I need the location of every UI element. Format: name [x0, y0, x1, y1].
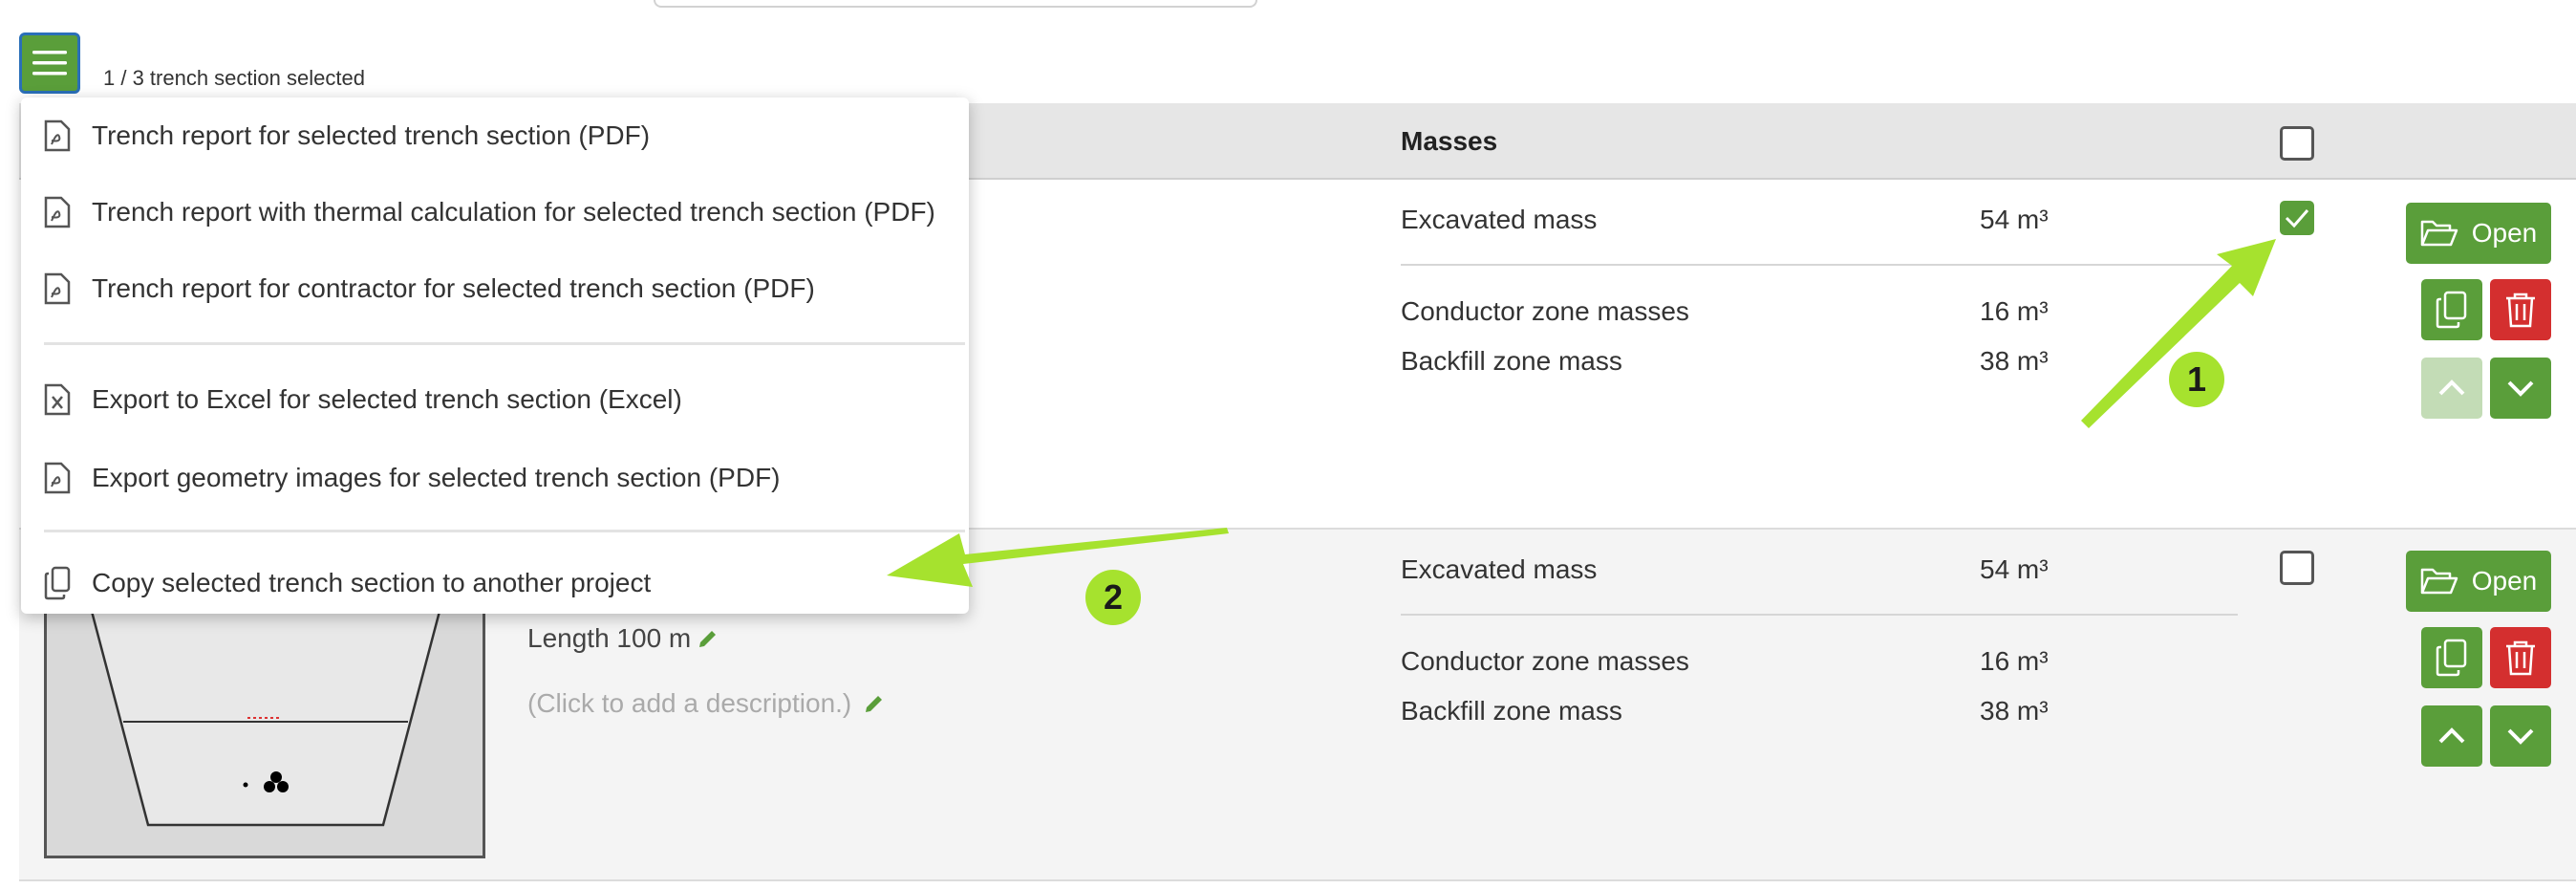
- excavated-mass-label: Excavated mass: [1401, 554, 1598, 584]
- menu-item-label: Copy selected trench section to another …: [92, 568, 652, 597]
- chevron-up-icon: [2438, 727, 2465, 744]
- move-up-button[interactable]: [2421, 358, 2482, 419]
- chevron-down-icon: [2507, 380, 2534, 397]
- menu-item-trench-report[interactable]: Trench report for selected trench sectio…: [44, 109, 650, 163]
- menu-item-copy-to-project[interactable]: Copy selected trench section to another …: [44, 556, 651, 610]
- menu-item-label: Export to Excel for selected trench sect…: [92, 384, 682, 414]
- backfill-zone-label: Backfill zone mass: [1401, 696, 1622, 726]
- trench-geometry-thumbnail: [44, 593, 485, 858]
- trash-icon: [2506, 293, 2535, 328]
- menu-item-label: Trench report for contractor for selecte…: [92, 273, 815, 303]
- folder-open-icon: [2420, 220, 2458, 247]
- copy-button[interactable]: [2421, 279, 2482, 340]
- pdf-file-icon: [44, 119, 71, 152]
- row-select-checkbox[interactable]: [2280, 551, 2314, 585]
- copy-button[interactable]: [2421, 627, 2482, 688]
- open-button[interactable]: Open: [2406, 551, 2551, 612]
- excavated-mass-value: 54 m³: [1980, 205, 2049, 234]
- mass-divider: [1401, 614, 2238, 616]
- excavated-mass-label: Excavated mass: [1401, 205, 1598, 234]
- menu-item-export-excel[interactable]: Export to Excel for selected trench sect…: [44, 373, 682, 426]
- trench-length[interactable]: Length 100 m: [527, 623, 719, 654]
- annotation-badge-1: 1: [2169, 352, 2224, 407]
- menu-divider: [44, 530, 965, 532]
- trash-icon: [2506, 640, 2535, 676]
- mass-divider: [1401, 264, 2238, 266]
- move-down-button[interactable]: [2490, 358, 2551, 419]
- copy-icon: [44, 566, 71, 600]
- masses-column-header: Masses: [1401, 126, 1498, 156]
- chevron-up-icon: [2438, 379, 2465, 396]
- pdf-file-icon: [44, 196, 71, 228]
- excavated-mass-value: 54 m³: [1980, 554, 2049, 584]
- backfill-zone-value: 38 m³: [1980, 346, 2049, 376]
- copy-icon: [2436, 639, 2467, 677]
- backfill-zone-label: Backfill zone mass: [1401, 346, 1622, 376]
- conductor-zone-value: 16 m³: [1980, 646, 2049, 676]
- pdf-file-icon: [44, 462, 71, 494]
- checkmark-icon: [2285, 209, 2309, 228]
- move-down-button[interactable]: [2490, 705, 2551, 767]
- actions-menu-button[interactable]: [19, 33, 80, 94]
- row-select-checkbox[interactable]: [2280, 201, 2314, 235]
- delete-button[interactable]: [2490, 279, 2551, 340]
- select-all-checkbox[interactable]: [2280, 126, 2314, 161]
- menu-item-thermal-report[interactable]: Trench report with thermal calculation f…: [44, 185, 935, 239]
- pencil-icon: [866, 696, 883, 712]
- conductor-zone-value: 16 m³: [1980, 296, 2049, 326]
- copy-icon: [2436, 291, 2467, 329]
- folder-open-icon: [2420, 568, 2458, 595]
- open-button-label: Open: [2471, 566, 2538, 596]
- menu-item-label: Export geometry images for selected tren…: [92, 463, 781, 492]
- menu-item-contractor-report[interactable]: Trench report for contractor for selecte…: [44, 262, 815, 315]
- trench-length-text: Length 100 m: [527, 623, 692, 653]
- open-button-label: Open: [2471, 218, 2538, 248]
- pdf-file-icon: [44, 272, 71, 305]
- annotation-badge-2: 2: [1085, 570, 1141, 625]
- excel-file-icon: [44, 383, 71, 416]
- top-search-field[interactable]: [654, 0, 1257, 8]
- backfill-zone-value: 38 m³: [1980, 696, 2049, 726]
- menu-divider: [44, 342, 965, 345]
- chevron-down-icon: [2507, 728, 2534, 745]
- conductor-zone-label: Conductor zone masses: [1401, 296, 1689, 326]
- selection-status: 1 / 3 trench section selected: [103, 66, 365, 90]
- trench-description[interactable]: (Click to add a description.): [527, 688, 886, 719]
- menu-item-export-geometry[interactable]: Export geometry images for selected tren…: [44, 451, 781, 505]
- move-up-button[interactable]: [2421, 705, 2482, 767]
- delete-button[interactable]: [2490, 627, 2551, 688]
- conductor-zone-label: Conductor zone masses: [1401, 646, 1689, 676]
- pencil-icon: [699, 631, 717, 647]
- actions-dropdown-menu: Trench report for selected trench sectio…: [21, 98, 969, 614]
- description-placeholder: (Click to add a description.): [527, 688, 852, 718]
- menu-item-label: Trench report for selected trench sectio…: [92, 120, 651, 150]
- hamburger-icon: [32, 51, 67, 76]
- menu-item-label: Trench report with thermal calculation f…: [92, 197, 935, 227]
- open-button[interactable]: Open: [2406, 203, 2551, 264]
